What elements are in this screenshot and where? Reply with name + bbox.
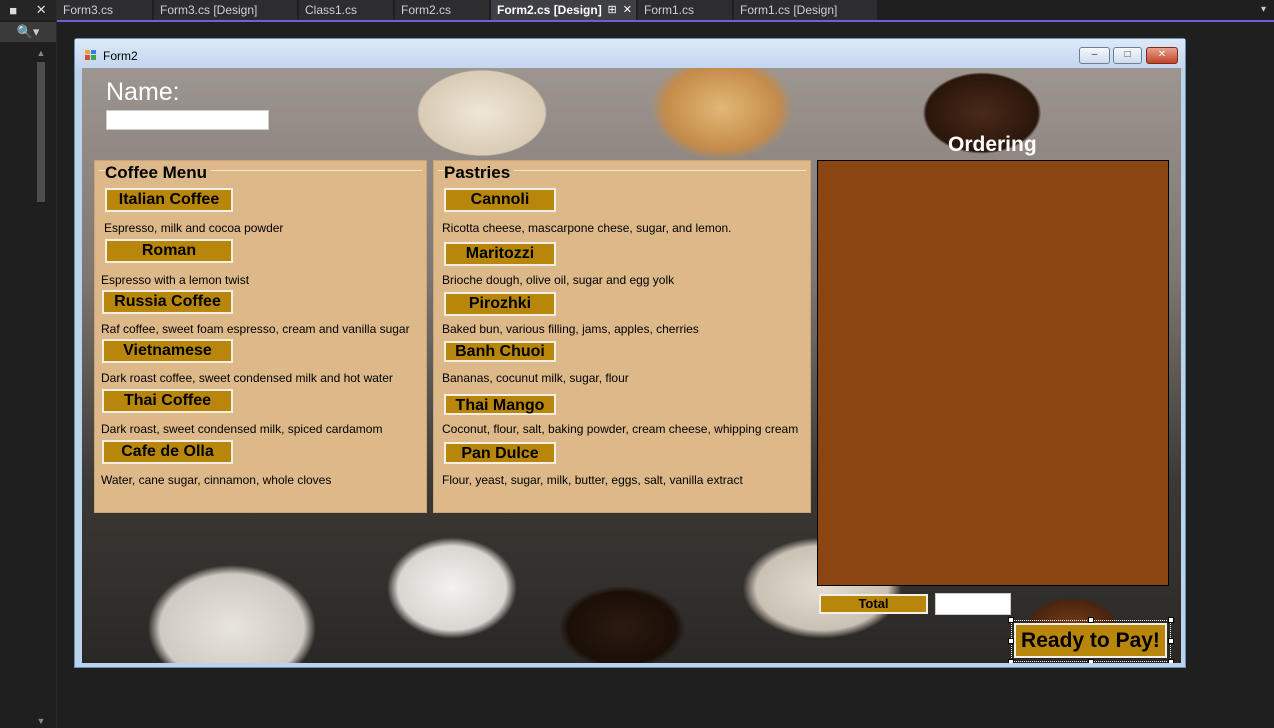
pin-icon[interactable]: ⊞: [607, 4, 616, 16]
roman-desc: Espresso with a lemon twist: [101, 273, 250, 287]
cannoli-button[interactable]: Cannoli: [444, 188, 556, 212]
total-field[interactable]: [935, 593, 1011, 615]
ready-to-pay-button[interactable]: Ready to Pay!: [1014, 623, 1167, 658]
pastries-title: Pastries: [444, 163, 515, 183]
coffee-menu-title: Coffee Menu: [105, 163, 211, 183]
pastries-group: Pastries Cannoli Ricotta cheese, mascarp…: [433, 160, 811, 513]
toolbox-strip: ■ ✕ 🔍▾ ▲ ▼: [0, 0, 57, 728]
tab-form1-design[interactable]: Form1.cs [Design]: [734, 0, 878, 20]
tab-label: Form1.cs: [644, 3, 695, 17]
russia-coffee-button[interactable]: Russia Coffee: [102, 290, 233, 314]
close-icon[interactable]: ✕: [36, 2, 47, 18]
form-title: Form2: [103, 49, 138, 63]
tab-label: Class1.cs: [305, 3, 358, 17]
tab-label: Form2.cs: [401, 3, 452, 17]
close-icon[interactable]: ✕: [623, 4, 632, 16]
name-label: Name:: [106, 78, 180, 106]
tab-label: Form3.cs: [63, 3, 114, 17]
coffee-menu-group: Coffee Menu Italian Coffee Espresso, mil…: [94, 160, 427, 513]
thai-mango-desc: Coconut, flour, salt, baking powder, cre…: [442, 422, 799, 436]
tab-form3-cs[interactable]: Form3.cs: [57, 0, 153, 20]
vietnamese-desc: Dark roast coffee, sweet condensed milk …: [101, 371, 393, 385]
banh-chuoi-button[interactable]: Banh Chuoi: [444, 341, 556, 362]
scroll-down-icon[interactable]: ▼: [34, 714, 48, 728]
thai-mango-button[interactable]: Thai Mango: [444, 394, 556, 415]
tab-form2-design[interactable]: Form2.cs [Design] ⊞ ✕: [491, 0, 637, 20]
toolbox-header: ■ ✕: [0, 0, 56, 20]
pirozhki-desc: Baked bun, various filling, jams, apples…: [442, 322, 699, 336]
tab-form2-cs[interactable]: Form2.cs: [395, 0, 490, 20]
search-icon[interactable]: 🔍▾: [0, 22, 56, 42]
total-label: Total: [819, 594, 928, 614]
tab-class1-cs[interactable]: Class1.cs: [299, 0, 394, 20]
form-window[interactable]: Form2 – □ ✕ Name: Coffee Menu Italian Co…: [74, 38, 1186, 668]
resize-handle[interactable]: [1008, 659, 1014, 663]
name-input[interactable]: [106, 110, 269, 130]
pirozhki-button[interactable]: Pirozhki: [444, 292, 556, 316]
tab-label: Form1.cs [Design]: [740, 3, 838, 17]
cafe-de-olla-button[interactable]: Cafe de Olla: [102, 440, 233, 464]
maritozzi-desc: Brioche dough, olive oil, sugar and egg …: [442, 273, 675, 287]
toolbox-scrollbar[interactable]: ▲ ▼: [34, 44, 48, 728]
cafe-de-olla-desc: Water, cane sugar, cinnamon, whole clove…: [101, 473, 332, 487]
italian-coffee-desc: Espresso, milk and cocoa powder: [104, 221, 284, 235]
thai-coffee-button[interactable]: Thai Coffee: [102, 389, 233, 413]
scroll-thumb[interactable]: [37, 62, 45, 202]
tab-form3-design[interactable]: Form3.cs [Design]: [154, 0, 298, 20]
order-list[interactable]: [817, 160, 1169, 586]
resize-handle[interactable]: [1168, 638, 1174, 644]
ordering-label: Ordering: [948, 133, 1037, 156]
form-icon: [85, 50, 96, 60]
thai-coffee-desc: Dark roast, sweet condensed milk, spiced…: [101, 422, 383, 436]
cannoli-desc: Ricotta cheese, mascarpone chese, sugar,…: [442, 221, 732, 235]
vietnamese-button[interactable]: Vietnamese: [102, 339, 233, 363]
maritozzi-button[interactable]: Maritozzi: [444, 242, 556, 266]
form-client-area: Name: Coffee Menu Italian Coffee Espress…: [82, 68, 1181, 663]
tab-label: Form2.cs [Design]: [497, 3, 602, 17]
maximize-button[interactable]: □: [1113, 47, 1142, 64]
resize-handle[interactable]: [1168, 617, 1174, 623]
roman-button[interactable]: Roman: [105, 239, 233, 263]
resize-handle[interactable]: [1088, 659, 1094, 663]
form-titlebar: Form2 – □ ✕: [75, 39, 1185, 68]
chevron-down-icon[interactable]: ▾: [1261, 0, 1266, 20]
pan-dulce-button[interactable]: Pan Dulce: [444, 442, 556, 464]
banh-chuoi-desc: Bananas, cocunut milk, sugar, flour: [442, 371, 629, 385]
resize-handle[interactable]: [1168, 659, 1174, 663]
russia-coffee-desc: Raf coffee, sweet foam espresso, cream a…: [101, 322, 410, 336]
tab-form1-cs[interactable]: Form1.cs: [638, 0, 733, 20]
italian-coffee-button[interactable]: Italian Coffee: [105, 188, 233, 212]
minimize-button[interactable]: –: [1079, 47, 1110, 64]
tab-label: Form3.cs [Design]: [160, 3, 258, 17]
close-button[interactable]: ✕: [1146, 47, 1178, 64]
pin-icon[interactable]: ■: [9, 3, 17, 18]
scroll-up-icon[interactable]: ▲: [34, 46, 48, 60]
pan-dulce-desc: Flour, yeast, sugar, milk, butter, eggs,…: [442, 473, 743, 487]
document-tab-bar: Form3.cs Form3.cs [Design] Class1.cs For…: [57, 0, 1274, 22]
